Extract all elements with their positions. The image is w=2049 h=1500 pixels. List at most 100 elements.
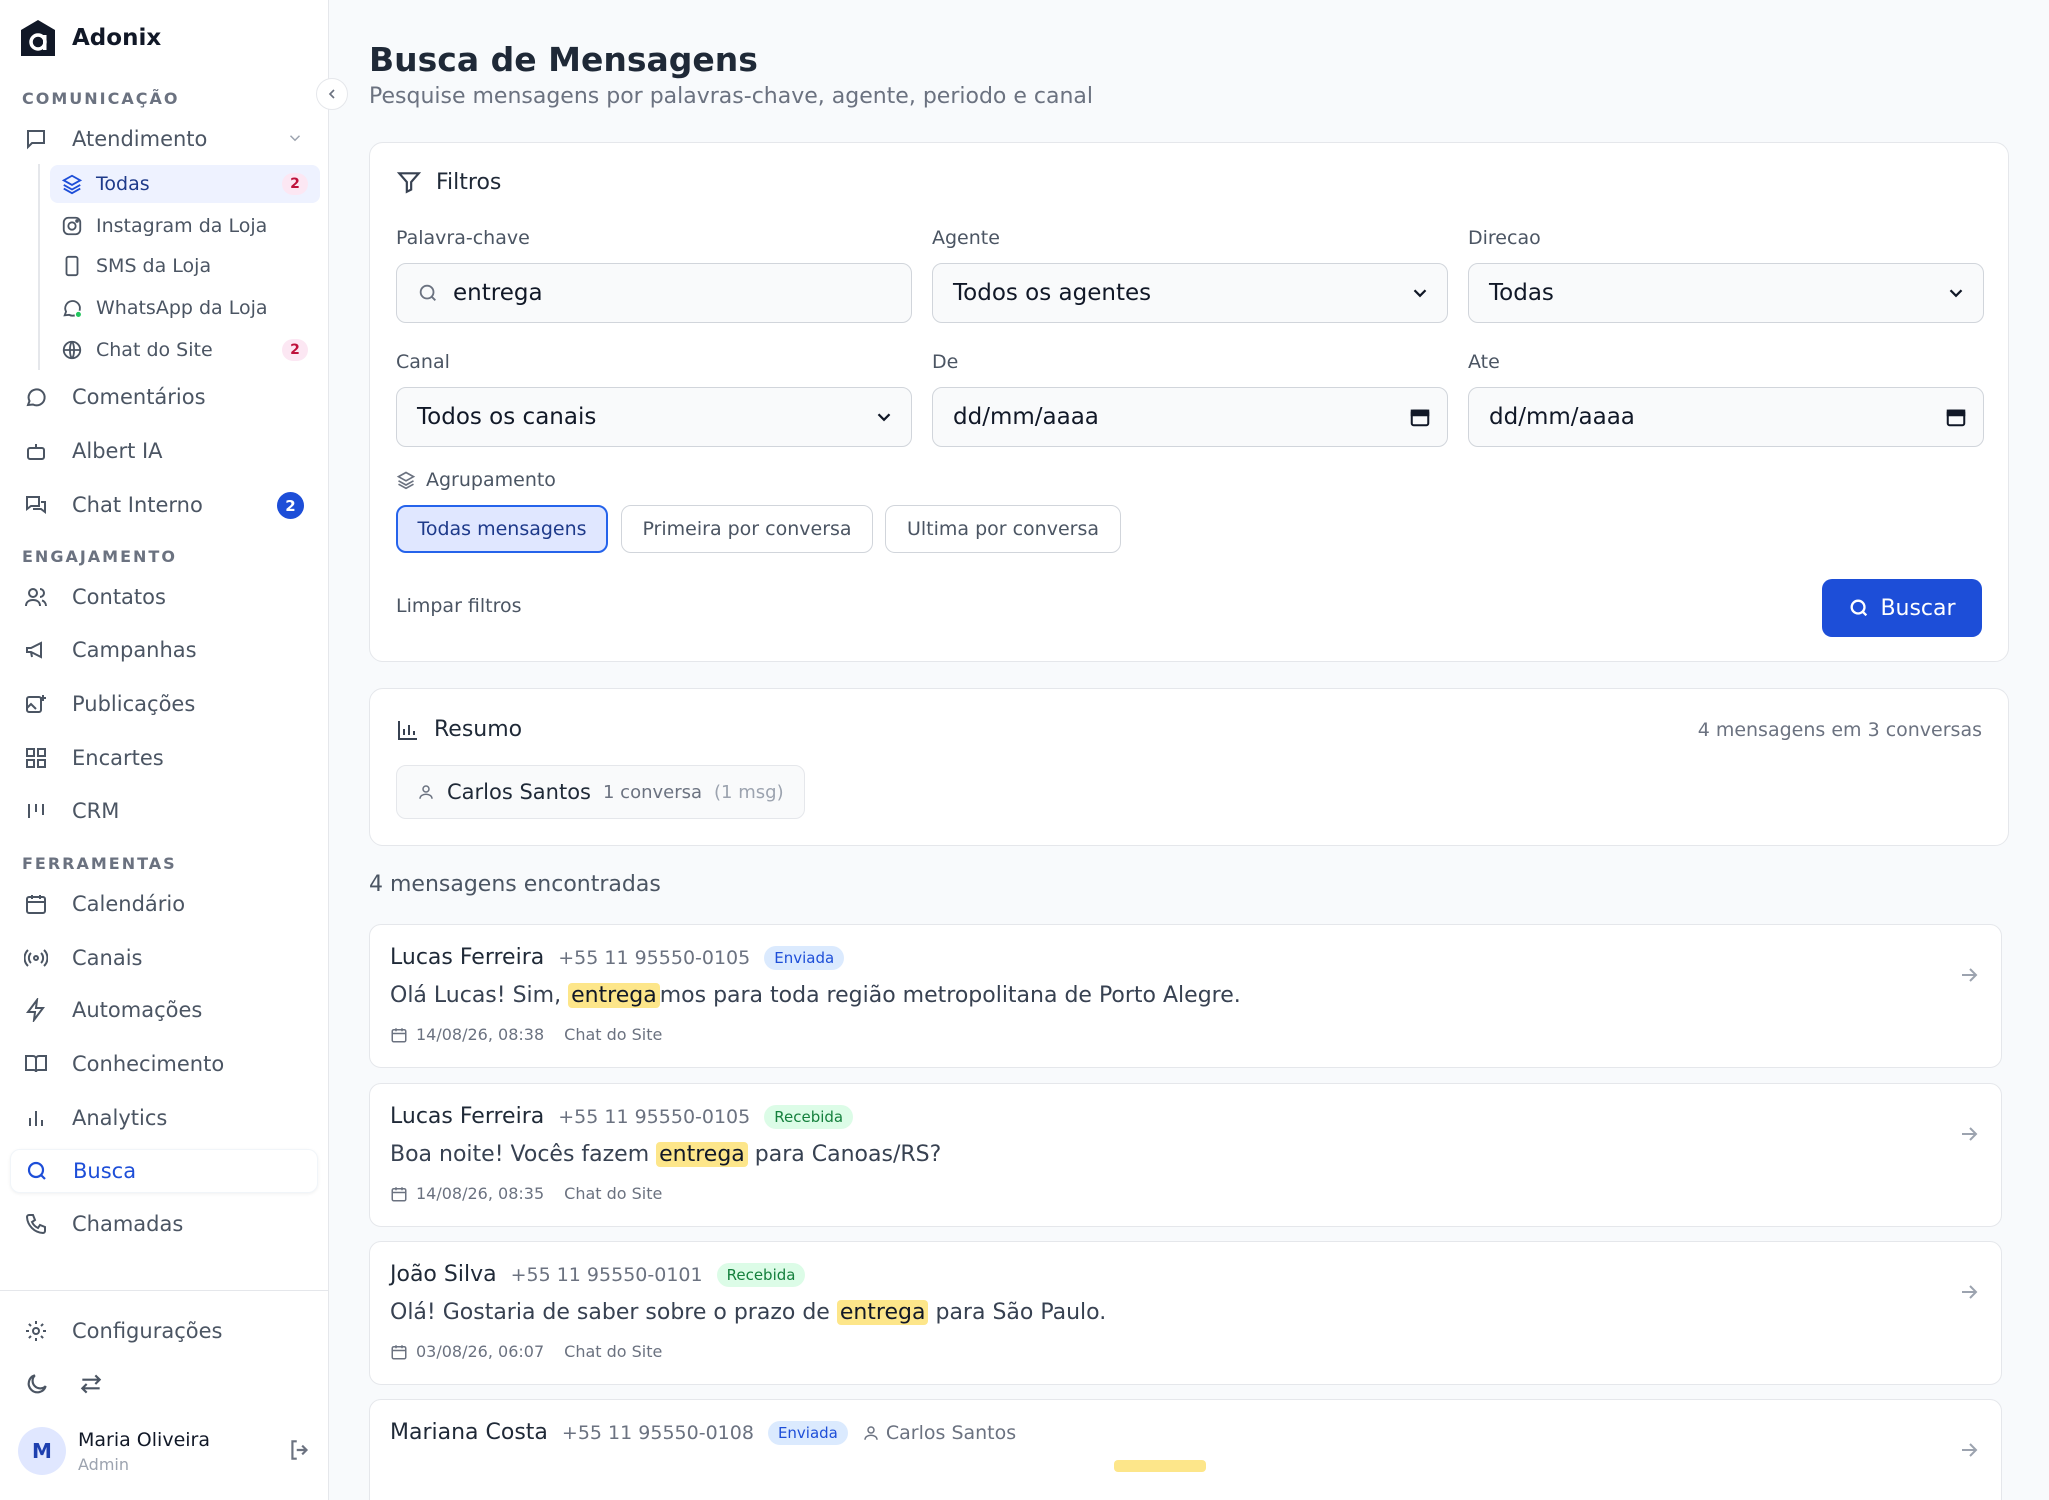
sub-item-whatsapp[interactable]: WhatsApp da Loja: [50, 289, 320, 327]
calendar-icon[interactable]: [1409, 406, 1431, 428]
nav-encartes[interactable]: Encartes: [10, 736, 318, 780]
sub-item-label: Chat do Site: [96, 339, 213, 361]
nav-campanhas[interactable]: Campanhas: [10, 628, 318, 672]
summary-card: Resumo 4 mensagens em 3 conversas Carlos…: [369, 688, 2009, 846]
message-channel: Chat do Site: [564, 1025, 663, 1044]
sub-item-label: Todas: [96, 173, 150, 195]
collapse-sidebar-button[interactable]: [316, 78, 348, 110]
nav-atendimento[interactable]: Atendimento: [10, 117, 318, 161]
chevron-down-icon: [1413, 289, 1427, 298]
nav-label: Publicações: [72, 692, 196, 716]
message-square-icon: [22, 125, 50, 153]
message-date: 14/08/26, 08:35: [416, 1184, 545, 1203]
direction-badge: Recebida: [716, 1262, 806, 1287]
nav-albert-ia[interactable]: Albert IA: [10, 429, 318, 473]
gear-icon: [22, 1317, 50, 1345]
user-profile[interactable]: M Maria Oliveira Admin: [18, 1423, 313, 1479]
kanban-icon: [22, 797, 50, 825]
nav-chat-interno[interactable]: Chat Interno 2: [10, 483, 318, 527]
agent-select[interactable]: Todos os agentes: [932, 263, 1448, 323]
user-role: Admin: [78, 1454, 129, 1474]
sub-item-sms[interactable]: SMS da Loja: [50, 247, 320, 285]
nav-label: Analytics: [72, 1106, 168, 1130]
agent-value: Todos os agentes: [953, 280, 1152, 306]
search-icon: [1850, 599, 1868, 617]
moon-icon[interactable]: [24, 1371, 50, 1397]
chevron-down-icon: [877, 413, 891, 422]
sub-item-instagram[interactable]: Instagram da Loja: [50, 207, 320, 245]
switch-arrows-icon[interactable]: [78, 1371, 104, 1397]
direction-badge: Enviada: [767, 1420, 848, 1445]
calendar-icon[interactable]: [1945, 406, 1967, 428]
message-text: Olá Lucas! Sim, entrega mos para toda reg…: [390, 983, 1241, 1008]
brand[interactable]: Adonix: [18, 18, 161, 58]
nav-label: Conhecimento: [72, 1052, 225, 1076]
page-title: Busca de Mensagens: [369, 40, 758, 79]
chevron-down-icon[interactable]: [286, 129, 304, 147]
nav-canais[interactable]: Canais: [10, 936, 318, 980]
section-engajamento: ENGAJAMENTO: [22, 547, 177, 566]
nav-label: Albert IA: [72, 439, 163, 463]
result-item[interactable]: Lucas Ferreira +55 11 95550-0105 Enviada…: [369, 924, 2002, 1068]
agent-conversations: 1 conversa: [603, 781, 703, 803]
nav-analytics[interactable]: Analytics: [10, 1096, 318, 1140]
sub-item-todas[interactable]: Todas 2: [50, 165, 320, 203]
nav-contatos[interactable]: Contatos: [10, 575, 318, 619]
filters-header: Filtros: [396, 169, 501, 195]
result-item[interactable]: Lucas Ferreira +55 11 95550-0105 Recebid…: [369, 1083, 2002, 1227]
grouping-option-all[interactable]: Todas mensagens: [396, 505, 608, 553]
calendar-icon: [391, 1027, 407, 1042]
contact-name: Lucas Ferreira: [390, 945, 545, 970]
nav-configuracoes[interactable]: Configurações: [10, 1309, 318, 1353]
footer-icons: [24, 1371, 104, 1397]
nav-label: Canais: [72, 946, 143, 970]
calendar-icon: [22, 890, 50, 918]
book-open-icon: [22, 1050, 50, 1078]
direction-select[interactable]: Todas: [1468, 263, 1984, 323]
nav-publicacoes[interactable]: Publicações: [10, 682, 318, 726]
logout-icon[interactable]: [287, 1437, 313, 1463]
nav-conhecimento[interactable]: Conhecimento: [10, 1042, 318, 1086]
assigned-agent: Carlos Santos: [862, 1422, 1016, 1444]
arrow-right-icon[interactable]: [1957, 1280, 1981, 1304]
keyword-input[interactable]: entrega: [396, 263, 912, 323]
results-count: 4 mensagens encontradas: [369, 872, 661, 897]
nav-busca[interactable]: Busca: [10, 1149, 318, 1193]
search-icon: [23, 1157, 51, 1185]
nav-label: Encartes: [72, 746, 164, 770]
layers-icon: [60, 172, 84, 196]
count-badge: 2: [277, 492, 304, 519]
agent-summary-chip[interactable]: Carlos Santos 1 conversa (1 msg): [396, 765, 805, 819]
nav-automacoes[interactable]: Automações: [10, 988, 318, 1032]
nav-label: CRM: [72, 799, 120, 823]
nav-crm[interactable]: CRM: [10, 789, 318, 833]
chevron-left-icon: [328, 89, 335, 99]
contact-name: Lucas Ferreira: [390, 1104, 545, 1129]
to-date-input[interactable]: dd/mm/aaaa: [1468, 387, 1984, 447]
from-label: De: [932, 351, 959, 373]
count-badge: 2: [282, 173, 308, 195]
channel-select[interactable]: Todos os canais: [396, 387, 912, 447]
search-button[interactable]: Buscar: [1822, 579, 1982, 637]
sub-item-chat-site[interactable]: Chat do Site 2: [50, 331, 320, 369]
nav-chamadas[interactable]: Chamadas: [10, 1202, 318, 1246]
agent-messages: (1 msg): [714, 781, 784, 803]
from-date-input[interactable]: dd/mm/aaaa: [932, 387, 1448, 447]
users-icon: [22, 583, 50, 611]
bar-chart-icon: [398, 720, 417, 740]
arrow-right-icon[interactable]: [1957, 1122, 1981, 1146]
direction-badge: Enviada: [764, 945, 845, 970]
message-text: Boa noite! Vocês fazem entrega para Cano…: [390, 1142, 942, 1167]
tree-line: [38, 164, 40, 370]
grouping-option-first[interactable]: Primeira por conversa: [621, 505, 873, 553]
grouping-option-last[interactable]: Ultima por conversa: [885, 505, 1121, 553]
result-item[interactable]: João Silva +55 11 95550-0101 Recebida Ol…: [369, 1241, 2002, 1385]
clear-filters-link[interactable]: Limpar filtros: [396, 595, 522, 617]
nav-calendario[interactable]: Calendário: [10, 882, 318, 926]
nav-comentarios[interactable]: Comentários: [10, 375, 318, 419]
arrow-right-icon[interactable]: [1957, 963, 1981, 987]
keyword-highlight: [1114, 1460, 1206, 1472]
to-label: Ate: [1468, 351, 1500, 373]
arrow-right-icon[interactable]: [1957, 1438, 1981, 1462]
result-item[interactable]: Mariana Costa +55 11 95550-0108 Enviada …: [369, 1399, 2002, 1500]
